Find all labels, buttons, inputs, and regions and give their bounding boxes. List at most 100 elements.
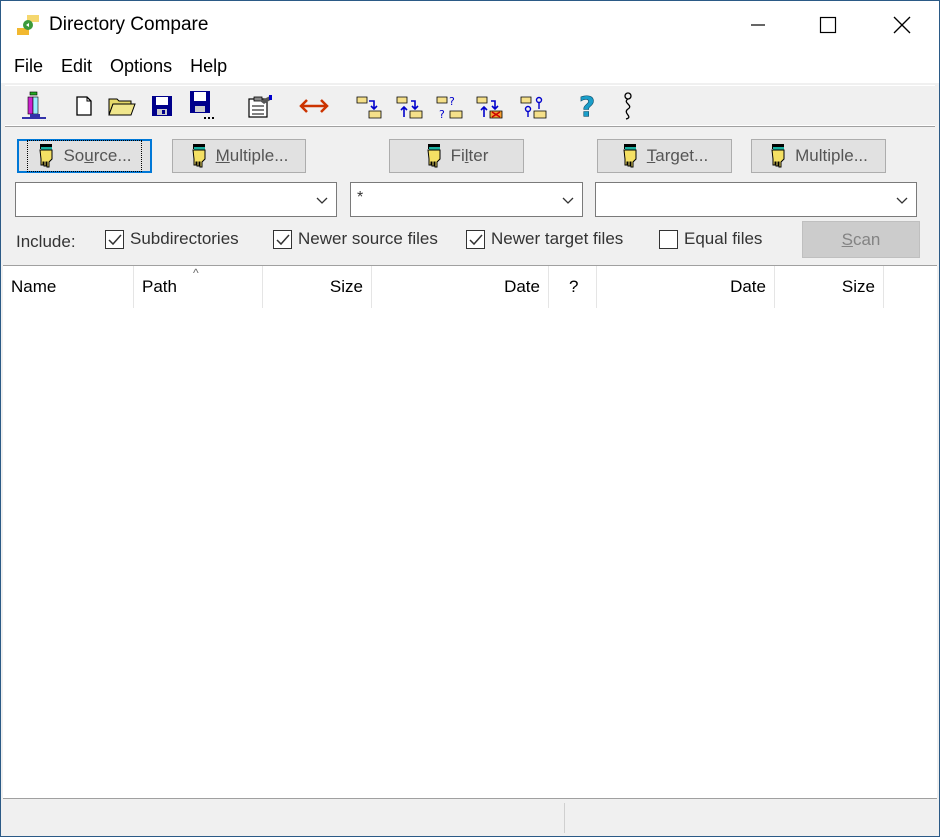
target-button[interactable]: Target... [597,139,732,173]
save-as-icon [190,91,214,119]
save-button[interactable] [147,91,177,121]
menu-bar: File Edit Options Help [1,49,939,83]
pointing-hand-icon [771,144,785,168]
help-icon: ? [579,91,596,121]
pointing-hand-icon [623,144,637,168]
comparison-list[interactable]: Name Path ^ Size Date ? Date Size [3,265,937,799]
menu-help[interactable]: Help [181,49,236,83]
save-icon [152,96,172,116]
newer-target-files-label: Newer target files [491,229,624,248]
scan-accel: S [841,229,853,249]
source-button-accel: u [84,146,94,165]
properties-button[interactable] [245,91,275,121]
menu-edit[interactable]: Edit [52,49,101,83]
link-folders-button[interactable] [519,91,549,121]
copy-to-target-icon [356,96,382,119]
swap-arrows-icon [299,99,329,113]
scan-button[interactable]: Scan [802,221,920,258]
svg-text:?: ? [439,108,445,121]
newer-source-files-label: Newer source files [298,229,438,248]
filter-button[interactable]: Filter [389,139,524,173]
sort-ascending-icon: ^ [193,266,199,280]
newer-target-files-checkbox[interactable]: Newer target files [466,229,623,249]
compare-tool-button[interactable] [19,91,49,121]
save-as-button[interactable] [187,91,217,121]
source-button-label-rest: rce... [93,146,132,165]
column-header-source-date[interactable]: Date [372,266,549,308]
svg-text:?: ? [449,95,455,108]
subdirectories-checkbox[interactable]: Subdirectories [105,229,239,249]
new-file-icon [76,96,92,116]
copy-to-target-button[interactable] [355,91,385,121]
checkbox-box[interactable] [659,229,678,249]
pointing-hand-icon [192,144,206,168]
close-button[interactable] [865,1,939,49]
pointing-hand-icon [39,144,53,168]
column-header-target-date[interactable]: Date [597,266,775,308]
compare-unknown-button[interactable]: ? ? [435,91,465,121]
filter-combo[interactable]: * [350,182,583,217]
properties-icon [248,95,272,118]
swap-button[interactable] [299,91,329,121]
maximize-button[interactable] [791,1,865,49]
source-path-combo[interactable] [15,182,337,217]
open-button[interactable] [107,91,137,121]
new-button[interactable] [69,91,99,121]
filter-label: Fi [450,146,465,165]
target-accel: T [646,146,656,165]
chevron-down-icon[interactable] [894,192,910,208]
target-path-combo[interactable] [595,182,917,217]
svg-text:?: ? [579,91,595,121]
column-header-status[interactable]: ? [549,266,597,308]
compare-tower-icon [22,91,46,119]
source-multiple-button[interactable]: Multiple... [172,139,306,173]
checkbox-box[interactable] [466,229,485,249]
column-header-name[interactable]: Name [3,266,134,308]
chevron-down-icon[interactable] [314,192,330,208]
delete-target-button[interactable] [475,91,505,121]
app-window: Directory Compare File Edit Options Help [0,0,940,837]
open-folder-icon [108,98,136,116]
window-title: Directory Compare [49,14,209,35]
toolbar: ? ? ? [5,85,935,127]
scan-label: can [852,229,881,249]
pointing-hand-icon [427,144,441,168]
target-multiple-button[interactable]: Multiple... [751,139,886,173]
source-multiple-accel: M [215,146,230,165]
source-multiple-label: ultiple... [229,146,289,165]
status-bar [3,801,937,835]
checkbox-box[interactable] [273,229,292,249]
checkmark-icon [108,234,122,245]
directory-compare-icon [17,15,39,35]
newer-source-files-checkbox[interactable]: Newer source files [273,229,438,249]
filter-label-rest: ter [468,146,489,165]
subdirectories-label: Subdirectories [130,229,239,248]
list-header: Name Path ^ Size Date ? Date Size [3,266,937,308]
close-icon [893,16,911,34]
equal-files-label: Equal files [684,229,763,248]
menu-options[interactable]: Options [101,49,181,83]
status-pane-left [3,801,564,835]
source-button-label: So [63,146,85,165]
context-help-icon [624,92,632,120]
minimize-icon [751,24,765,26]
context-help-button[interactable] [613,91,643,121]
target-multiple-label: Multiple... [795,146,868,165]
sync-both-button[interactable] [395,91,425,121]
chevron-down-icon[interactable] [560,192,576,208]
column-header-source-size[interactable]: Size [263,266,372,308]
equal-files-checkbox[interactable]: Equal files [659,229,762,249]
target-label: arget... [655,146,709,165]
source-button[interactable]: Source... [17,139,152,173]
link-folders-icon [520,96,547,119]
sync-both-icon [396,96,423,119]
checkbox-box[interactable] [105,229,124,249]
include-label: Include: [16,232,76,251]
title-bar: Directory Compare [1,1,939,49]
checkmark-icon [276,234,290,245]
delete-target-icon [476,96,503,119]
minimize-button[interactable] [721,1,795,49]
column-header-target-size[interactable]: Size [775,266,884,308]
menu-file[interactable]: File [5,49,52,83]
help-button[interactable]: ? [573,91,603,121]
